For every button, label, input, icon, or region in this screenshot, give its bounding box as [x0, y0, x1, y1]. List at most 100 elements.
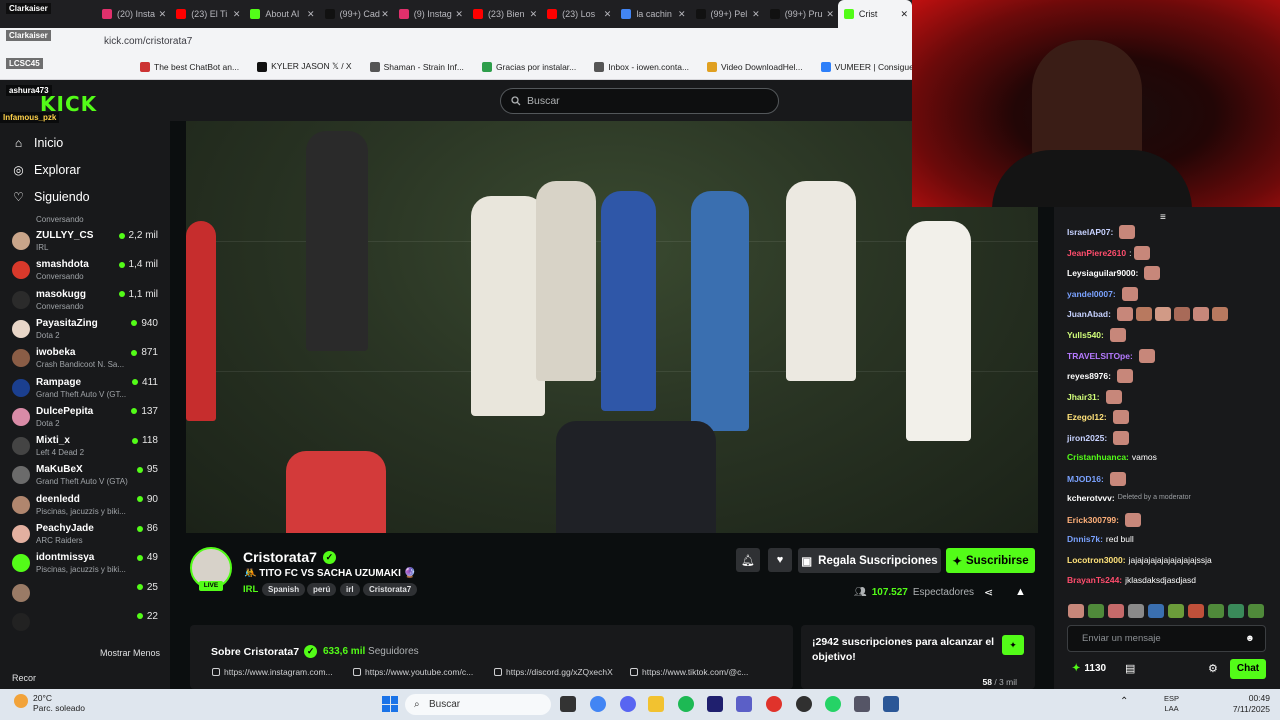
close-tab-icon[interactable]: ✕	[752, 9, 760, 20]
close-tab-icon[interactable]: ✕	[826, 9, 834, 20]
quick-emote-icon[interactable]	[1248, 604, 1264, 618]
whatsapp-icon[interactable]	[825, 696, 841, 712]
nav-explorar[interactable]: ◎ Explorar	[12, 163, 80, 177]
chat-username[interactable]: Erick300799:	[1067, 515, 1119, 525]
close-tab-icon[interactable]: ✕	[381, 9, 389, 20]
chat-username[interactable]: TRAVELSITOpe:	[1067, 351, 1133, 361]
chat-username[interactable]: Ezegol12:	[1067, 412, 1107, 422]
channel-name-text[interactable]: Cristorata7	[243, 549, 317, 565]
browser-tab[interactable]: (99+) Pru ✕	[764, 0, 838, 28]
instagram-link[interactable]: https://www.instagram.com...	[212, 667, 333, 677]
nav-inicio[interactable]: ⌂ Inicio	[12, 136, 63, 150]
address-bar[interactable]: kick.com/cristorata7	[0, 28, 912, 54]
bookmark-item[interactable]: The best ChatBot an...	[140, 61, 239, 72]
subscribe-button[interactable]: ✦ Suscribirse	[946, 548, 1035, 573]
followed-channel[interactable]: Mixti_x Left 4 Dead 2 118	[12, 433, 162, 462]
bookmark-item[interactable]: Gracias por instalar...	[481, 61, 576, 72]
tag-chip[interactable]: perú	[307, 583, 337, 596]
tag-chip[interactable]: irl	[340, 583, 360, 596]
obs-icon[interactable]	[796, 696, 812, 712]
nav-siguiendo[interactable]: ♡ Siguiendo	[12, 190, 90, 204]
folder-icon[interactable]	[648, 696, 664, 712]
bookmark-item[interactable]: Video DownloadHel...	[707, 61, 803, 72]
chat-username[interactable]: Locotron3000:	[1067, 555, 1126, 565]
chat-username[interactable]: Yulls540:	[1067, 330, 1104, 340]
close-tab-icon[interactable]: ✕	[604, 9, 612, 20]
chat-username[interactable]: Jhair31:	[1067, 392, 1100, 402]
bookmark-item[interactable]: Shaman - Strain Inf...	[369, 61, 464, 72]
search-input[interactable]: Buscar	[500, 88, 779, 114]
browser-tab[interactable]: (99+) Pel ✕	[690, 0, 764, 28]
browser-tab[interactable]: (23) Bien ✕	[467, 0, 541, 28]
chat-username[interactable]: reyes8976:	[1067, 371, 1111, 381]
settings-icon[interactable]: ⚙	[1208, 662, 1218, 675]
chat-username[interactable]: MJOD16:	[1067, 474, 1104, 484]
chat-username[interactable]: Leysiaguilar9000:	[1067, 268, 1138, 278]
chat-username[interactable]: jiron2025:	[1067, 433, 1107, 443]
followed-channel[interactable]: idontmissya Piscinas, jacuzzis y biki...…	[12, 550, 162, 579]
browser-tab[interactable]: (99+) Cad ✕	[319, 0, 393, 28]
browser-tab[interactable]: (20) Insta ✕	[96, 0, 170, 28]
chat-username[interactable]: kcherotvvv:	[1067, 493, 1115, 503]
discord-icon[interactable]	[620, 696, 636, 712]
quick-emote-icon[interactable]	[1088, 604, 1104, 618]
clock[interactable]: 00:49 7/11/2025	[1220, 693, 1270, 715]
share-icon[interactable]: ⋖	[984, 586, 993, 599]
quick-emote-icon[interactable]	[1108, 604, 1124, 618]
link-text[interactable]: https://www.instagram.com...	[224, 667, 333, 677]
report-icon[interactable]: ▲	[1015, 586, 1026, 598]
followed-channel[interactable]: smashdota Conversando 1,4 mil	[12, 257, 162, 286]
browser-tab[interactable]: (23) Los ✕	[541, 0, 615, 28]
followed-channel[interactable]: DulcePepita Dota 2 137	[12, 404, 162, 433]
followed-channel[interactable]: MaKuBeX Grand Theft Auto V (GTA) 95	[12, 462, 162, 491]
followed-channel[interactable]: PayasitaZing Dota 2 940	[12, 316, 162, 345]
quick-emote-icon[interactable]	[1168, 604, 1184, 618]
taskbar-search[interactable]: ⌕ Buscar	[405, 694, 551, 715]
browser-tab[interactable]: About AI ✕	[244, 0, 318, 28]
settings-app-icon[interactable]	[854, 696, 870, 712]
close-tab-icon[interactable]: ✕	[901, 9, 909, 20]
browser-tab[interactable]: la cachin ✕	[615, 0, 689, 28]
bookmark-item[interactable]: Inbox - iowen.conta...	[594, 61, 689, 72]
show-less-button[interactable]: Mostrar Menos	[100, 648, 160, 658]
spotify-icon[interactable]	[678, 696, 694, 712]
premiere-icon[interactable]	[707, 696, 723, 712]
stream-category[interactable]: IRL	[243, 584, 258, 595]
close-tab-icon[interactable]: ✕	[233, 9, 241, 20]
chat-send-button[interactable]: Chat	[1230, 659, 1266, 679]
calculator-icon[interactable]	[883, 696, 899, 712]
gift-subs-button[interactable]: ▣ Regala Suscripciones	[798, 548, 941, 573]
url-text[interactable]: kick.com/cristorata7	[104, 36, 192, 47]
discord-link[interactable]: https://discord.gg/xZQxechX	[494, 667, 613, 677]
followed-channel[interactable]: deenledd Piscinas, jacuzzis y biki... 90	[12, 492, 162, 521]
windows-start-button[interactable]	[382, 696, 398, 712]
follow-button[interactable]: ♥	[768, 548, 792, 572]
opera-icon[interactable]	[766, 696, 782, 712]
followed-channel[interactable]: 22	[12, 609, 162, 638]
browser-tab[interactable]: Crist ✕	[837, 0, 913, 28]
followed-channel[interactable]: PeachyJade ARC Raiders 86	[12, 521, 162, 550]
video-player[interactable]	[186, 121, 1038, 533]
quick-emote-icon[interactable]	[1188, 604, 1204, 618]
followed-channel[interactable]: ZULLYY_CS IRL 2,2 mil	[12, 228, 162, 257]
followed-channel[interactable]: Rampage Grand Theft Auto V (GT... 411	[12, 375, 162, 404]
calendar-icon[interactable]: ▤	[1125, 662, 1135, 675]
chat-filter-icon[interactable]: ≡	[1160, 212, 1166, 223]
chat-username[interactable]: IsraelAP07:	[1067, 227, 1113, 237]
quick-emote-icon[interactable]	[1148, 604, 1164, 618]
chat-username[interactable]: JuanAbad:	[1067, 309, 1111, 319]
quick-emote-icon[interactable]	[1228, 604, 1244, 618]
channel-name[interactable]: Cristorata7 ✓	[243, 549, 336, 565]
chat-username[interactable]: JeanPiere2610	[1067, 248, 1126, 258]
bookmark-item[interactable]: VUMEER | Consigue...	[820, 61, 921, 72]
tag-chip[interactable]: Cristorata7	[363, 583, 418, 596]
teams-icon[interactable]	[736, 696, 752, 712]
browser-tab[interactable]: (9) Instag ✕	[393, 0, 467, 28]
close-tab-icon[interactable]: ✕	[307, 9, 315, 20]
tag-chip[interactable]: Spanish	[262, 583, 306, 596]
task-view-icon[interactable]	[560, 696, 576, 712]
tiktok-link[interactable]: https://www.tiktok.com/@c...	[630, 667, 748, 677]
bookmark-item[interactable]: KYLER JASON 𝕏 / X	[257, 61, 352, 72]
close-tab-icon[interactable]: ✕	[530, 9, 538, 20]
followed-channel[interactable]: masokugg Conversando 1,1 mil	[12, 287, 162, 316]
